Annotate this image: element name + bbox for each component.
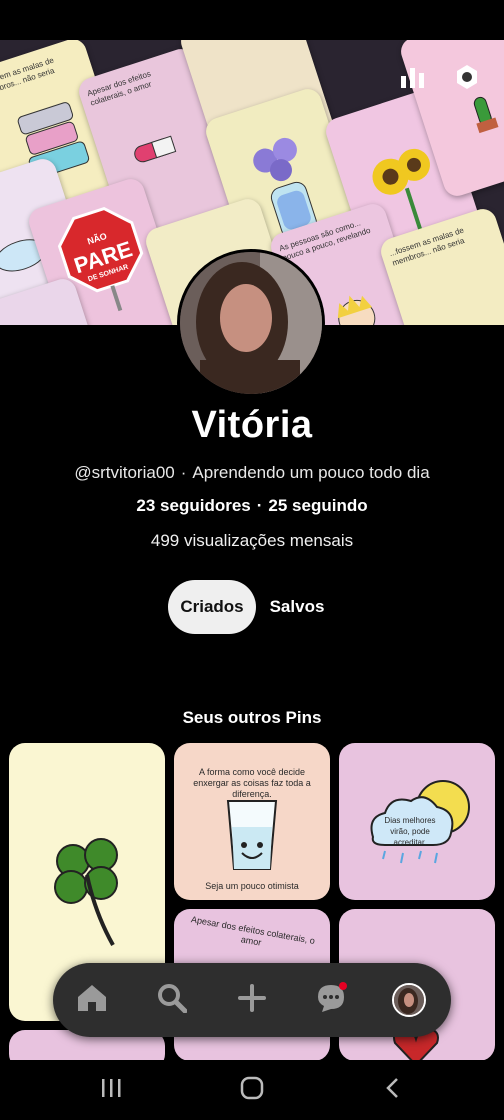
monthly-views: 499 visualizações mensais bbox=[150, 531, 354, 550]
nav-home[interactable] bbox=[74, 982, 110, 1018]
followers-count[interactable]: 23 seguidores bbox=[136, 496, 250, 515]
create-icon bbox=[237, 983, 267, 1018]
profile-avatar[interactable] bbox=[177, 249, 325, 397]
following-count[interactable]: 25 seguindo bbox=[268, 496, 367, 515]
nav-messages[interactable] bbox=[313, 982, 349, 1018]
back-icon bbox=[385, 1077, 399, 1104]
nav-profile[interactable] bbox=[391, 982, 427, 1018]
four-leaf-clover-illustration bbox=[49, 833, 129, 958]
back-button[interactable] bbox=[372, 1074, 412, 1106]
separator-dot: · bbox=[180, 463, 187, 482]
nav-search[interactable] bbox=[154, 982, 190, 1018]
pin-glass-footer: Seja um pouco otimista bbox=[205, 881, 299, 891]
settings-button[interactable] bbox=[450, 60, 484, 94]
profile-handle: @srtvitoria00 bbox=[74, 463, 175, 482]
cactus-illustration bbox=[458, 87, 504, 142]
nav-create[interactable] bbox=[234, 982, 270, 1018]
profile-name: Vitória bbox=[191, 404, 313, 446]
recents-icon bbox=[100, 1078, 122, 1103]
pin-glass[interactable]: A forma como você decide enxergar as coi… bbox=[174, 743, 330, 900]
recents-button[interactable] bbox=[91, 1074, 131, 1106]
profile-avatar-small bbox=[392, 983, 426, 1017]
search-icon bbox=[157, 983, 188, 1018]
separator-dot: · bbox=[256, 496, 263, 515]
stats-icon bbox=[400, 66, 426, 88]
stats-button[interactable] bbox=[396, 60, 430, 94]
profile-bio: Aprendendo um pouco todo dia bbox=[192, 463, 430, 482]
system-navigation-bar bbox=[0, 1060, 504, 1120]
little-prince-illustration bbox=[319, 281, 396, 325]
profile-handle-row: @srtvitoria00 · Aprendendo um pouco todo d… bbox=[0, 463, 504, 483]
bottom-navigation bbox=[53, 963, 451, 1037]
status-bar bbox=[0, 0, 504, 40]
pin-cloud-caption: Dias melhores virão, pode acreditar. bbox=[384, 816, 436, 847]
tab-saved[interactable]: Salvos bbox=[262, 580, 332, 634]
glass-of-water-illustration bbox=[224, 797, 280, 878]
follow-stats: 23 seguidores · 25 seguindo bbox=[0, 496, 504, 516]
avatar-photo bbox=[180, 252, 322, 394]
cover-tile-caption: Apesar dos efeitos colaterais, o amor bbox=[86, 69, 153, 108]
home-circle-icon bbox=[240, 1076, 264, 1105]
pills-illustration bbox=[125, 120, 196, 181]
pin-pills-caption: Apesar dos efeitos colaterais, o amor bbox=[190, 914, 316, 948]
home-icon bbox=[77, 984, 107, 1017]
pin-glass-caption: A forma como você decide enxergar as coi… bbox=[193, 767, 311, 799]
section-title: Seus outros Pins bbox=[182, 708, 322, 727]
home-circle-button[interactable] bbox=[232, 1074, 272, 1106]
pin-cloud[interactable]: Dias melhores virão, pode acreditar. bbox=[339, 743, 495, 900]
notification-dot bbox=[339, 982, 347, 990]
tab-created[interactable]: Criados bbox=[168, 580, 256, 634]
settings-icon bbox=[454, 64, 480, 90]
